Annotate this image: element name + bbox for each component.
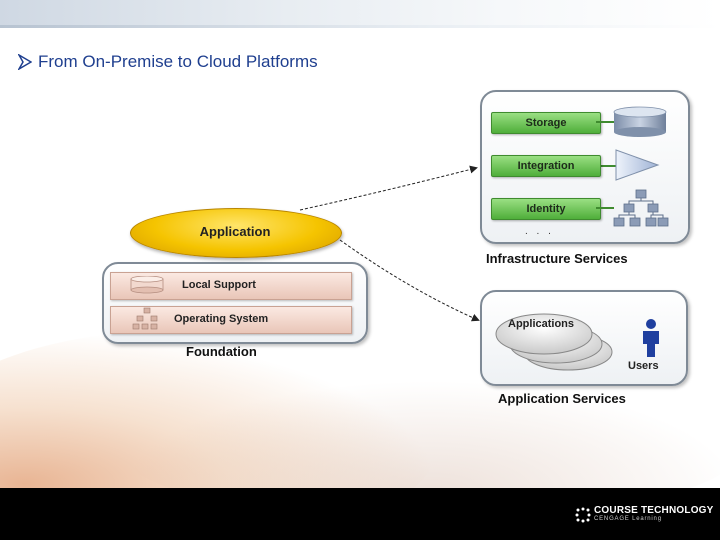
identity-bar: Identity [491,198,601,220]
storage-cylinder-icon [613,106,667,137]
foundation-caption: Foundation [186,344,257,359]
infrastructure-caption: Infrastructure Services [486,251,628,266]
user-person-icon [643,319,659,357]
integration-bar: Integration [491,155,601,177]
local-support-label: Local Support [182,279,256,291]
course-technology-logo-icon [575,507,591,523]
connector-to-infrastructure [299,165,478,211]
applications-stack-icon [495,313,613,371]
operating-system-label: Operating System [174,313,269,325]
footer-logo: COURSE TECHNOLOGY CENGAGE Learning [575,505,713,527]
operating-system-hierarchy-icon [132,307,158,330]
storage-bar: Storage [491,112,601,134]
infrastructure-ellipsis: . . . [525,226,554,237]
applications-label: Applications [508,318,575,330]
storage-link-line-top [596,121,614,123]
local-support-disk-icon [130,276,164,294]
application-services-caption: Application Services [498,391,626,406]
application-label: Application [199,224,271,239]
footer-logo-secondary: CENGAGE Learning [594,516,662,522]
integration-arrow-icon [615,149,660,181]
identity-hierarchy-icon [613,189,669,227]
users-label: Users [628,360,659,372]
slide: From On-Premise to Cloud Platforms Stora… [0,0,720,540]
footer-logo-primary: COURSE TECHNOLOGY [594,505,714,516]
